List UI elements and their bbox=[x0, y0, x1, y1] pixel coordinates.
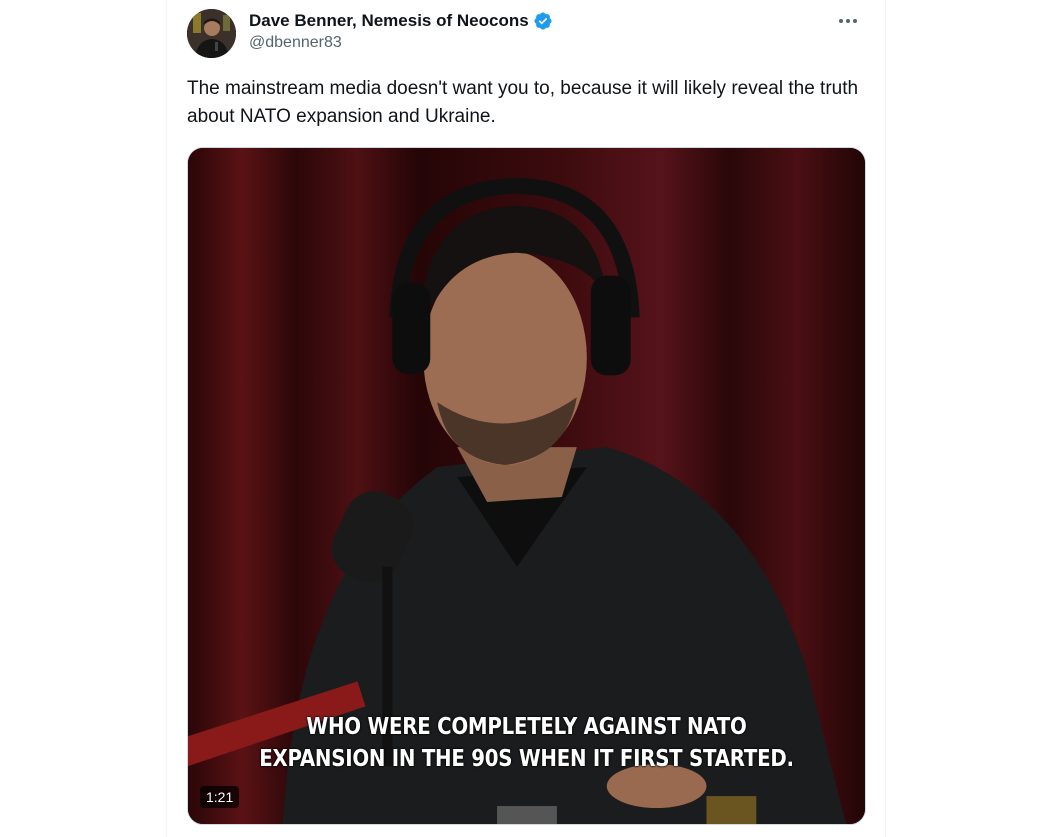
tweet-author: Dave Benner, Nemesis of Neocons @dbenner… bbox=[249, 10, 553, 52]
timeline-column: Dave Benner, Nemesis of Neocons @dbenner… bbox=[166, 0, 886, 837]
tweet[interactable]: Dave Benner, Nemesis of Neocons @dbenner… bbox=[187, 0, 867, 837]
author-display-name[interactable]: Dave Benner, Nemesis of Neocons bbox=[249, 11, 529, 31]
verified-badge-icon[interactable] bbox=[533, 11, 553, 31]
video-player[interactable]: WHO WERE COMPLETELY AGAINST NATO EXPANSI… bbox=[187, 147, 866, 825]
more-horizontal-icon bbox=[839, 19, 857, 23]
tweet-text: The mainstream media doesn't want you to… bbox=[187, 78, 859, 127]
author-handle[interactable]: @dbenner83 bbox=[249, 34, 553, 52]
video-caption-line-1: WHO WERE COMPLETELY AGAINST NATO bbox=[306, 714, 747, 740]
more-options-button[interactable] bbox=[837, 10, 859, 32]
video-duration-badge: 1:21 bbox=[200, 786, 240, 808]
video-caption-line-2: EXPANSION IN THE 90S WHEN IT FIRST START… bbox=[259, 746, 794, 772]
avatar[interactable] bbox=[187, 9, 236, 58]
